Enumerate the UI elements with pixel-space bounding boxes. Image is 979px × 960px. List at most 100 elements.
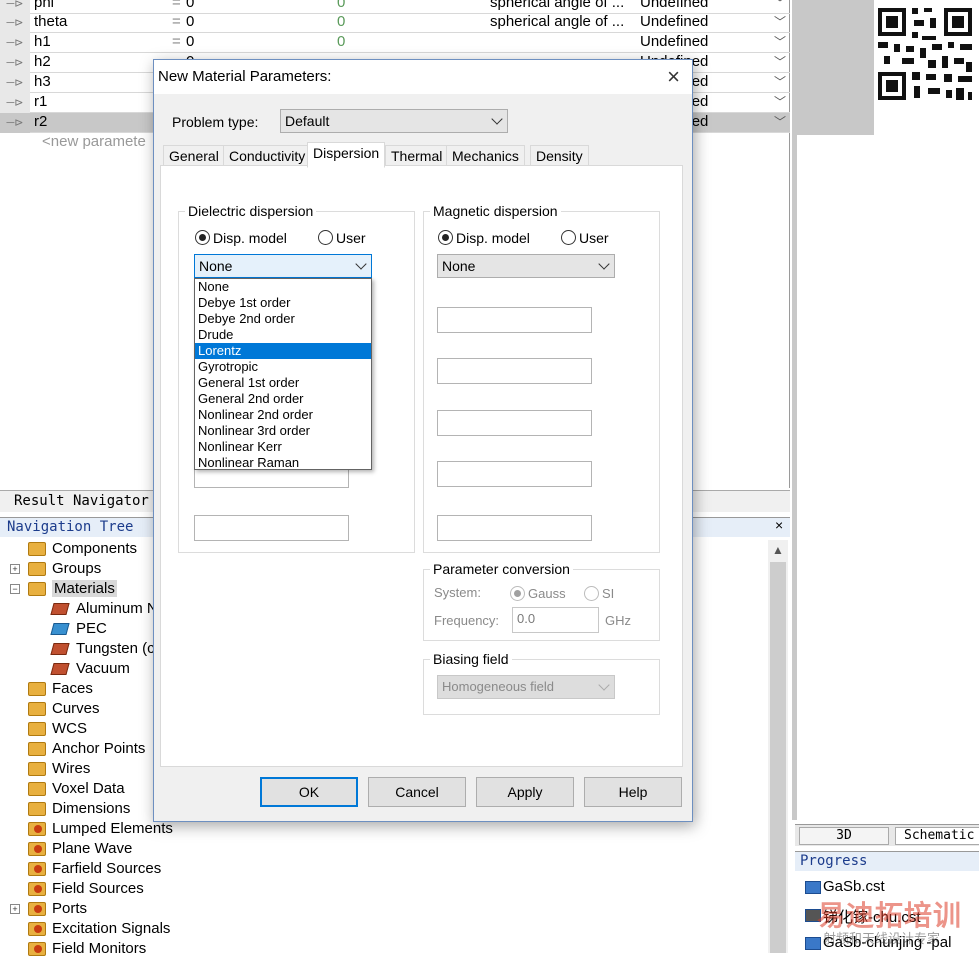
list-item[interactable]: GaSb.cst <box>805 878 885 895</box>
chevron-down-icon[interactable]: ﹀ <box>774 113 786 130</box>
magnetic-model-select[interactable]: None <box>437 254 615 278</box>
pin-icon[interactable]: ─⊳ <box>0 33 30 53</box>
magnetic-user-radio[interactable] <box>561 230 576 245</box>
pin-icon[interactable]: ─⊳ <box>0 73 30 93</box>
param-value[interactable]: 0 <box>186 33 194 50</box>
tree-item-pec[interactable]: PEC <box>50 620 107 640</box>
dropdown-option[interactable]: Gyrotropic <box>195 359 371 375</box>
dropdown-option[interactable]: Nonlinear Kerr <box>195 439 371 455</box>
tree-item-materials[interactable]: Materials <box>28 580 117 600</box>
apply-button[interactable]: Apply <box>476 777 574 807</box>
problem-type-select[interactable]: Default <box>280 109 508 133</box>
tab-3d[interactable]: 3D <box>799 827 889 845</box>
dielectric-disp-model-radio[interactable] <box>195 230 210 245</box>
dropdown-option-highlighted[interactable]: Lorentz <box>195 343 371 359</box>
dropdown-option[interactable]: Nonlinear 2nd order <box>195 407 371 423</box>
tree-item-ports[interactable]: Ports <box>28 900 87 920</box>
tree-item-wcs[interactable]: WCS <box>28 720 87 740</box>
dropdown-option[interactable]: Debye 1st order <box>195 295 371 311</box>
ok-button[interactable]: OK <box>260 777 358 807</box>
magnetic-param-field[interactable] <box>437 410 592 436</box>
dropdown-option[interactable]: None <box>195 279 371 295</box>
chevron-down-icon[interactable]: ﹀ <box>774 33 786 50</box>
biasing-field-select[interactable]: Homogeneous field <box>437 675 615 699</box>
folder-icon <box>28 882 46 897</box>
progress-title: Progress <box>795 851 979 871</box>
tree-item-wires[interactable]: Wires <box>28 760 90 780</box>
si-radio[interactable] <box>584 586 599 601</box>
folder-icon <box>28 822 46 837</box>
gauss-radio[interactable] <box>510 586 525 601</box>
chevron-down-icon[interactable]: ﹀ <box>774 53 786 70</box>
new-parameter-row[interactable]: <new paramete <box>42 133 146 150</box>
pin-icon[interactable]: ─⊳ <box>0 93 30 113</box>
frequency-label: Frequency: <box>434 613 500 628</box>
dropdown-option[interactable]: Nonlinear 3rd order <box>195 423 371 439</box>
dropdown-option[interactable]: Drude <box>195 327 371 343</box>
magnetic-param-field[interactable] <box>437 461 592 487</box>
close-icon[interactable]: × <box>775 517 783 533</box>
tree-item-components[interactable]: Components <box>28 540 137 560</box>
chevron-down-icon[interactable]: ﹀ <box>774 0 786 11</box>
frequency-input[interactable]: 0.0 <box>512 607 599 633</box>
folder-icon <box>28 902 46 917</box>
param-value[interactable]: 0 <box>186 13 194 30</box>
dropdown-option[interactable]: General 2nd order <box>195 391 371 407</box>
tree-scrollbar[interactable]: ▲ <box>768 540 788 953</box>
tab-thermal[interactable]: Thermal <box>385 145 449 167</box>
tab-general[interactable]: General <box>163 145 225 167</box>
pin-icon[interactable]: ─⊳ <box>0 113 30 133</box>
tab-schematic[interactable]: Schematic <box>895 827 979 845</box>
tree-item-anchor-points[interactable]: Anchor Points <box>28 740 145 760</box>
tree-item-groups[interactable]: Groups <box>28 560 101 580</box>
param-row[interactable]: ─⊳ phi = 0 0 spherical angle of ... Unde… <box>0 0 790 14</box>
pin-icon[interactable]: ─⊳ <box>0 13 30 33</box>
material-icon <box>50 663 70 676</box>
expand-icon[interactable]: + <box>10 564 20 574</box>
dropdown-option[interactable]: General 1st order <box>195 375 371 391</box>
dropdown-option[interactable]: Debye 2nd order <box>195 311 371 327</box>
tree-item-excitation-signals[interactable]: Excitation Signals <box>28 920 170 940</box>
help-button[interactable]: Help <box>584 777 682 807</box>
tree-item-curves[interactable]: Curves <box>28 700 100 720</box>
magnetic-param-field[interactable] <box>437 307 592 333</box>
pin-icon[interactable]: ─⊳ <box>0 53 30 73</box>
close-icon[interactable]: × <box>667 64 680 90</box>
dielectric-model-select[interactable]: None <box>194 254 372 278</box>
collapse-icon[interactable]: − <box>10 584 20 594</box>
magnetic-param-field[interactable] <box>437 515 592 541</box>
chevron-down-icon[interactable]: ﹀ <box>774 93 786 110</box>
tree-item-lumped-elements[interactable]: Lumped Elements <box>28 820 173 840</box>
expand-icon[interactable]: + <box>10 904 20 914</box>
dialog-titlebar[interactable]: New Material Parameters: × <box>154 60 692 94</box>
param-row[interactable]: ─⊳ theta = 0 0 spherical angle of ... Un… <box>0 13 790 33</box>
tree-item-voxel-data[interactable]: Voxel Data <box>28 780 125 800</box>
tab-mechanics[interactable]: Mechanics <box>446 145 525 167</box>
magnetic-dispersion-group: Magnetic dispersion Disp. model User Non… <box>423 203 660 553</box>
dielectric-user-radio[interactable] <box>318 230 333 245</box>
param-value[interactable]: 0 <box>186 0 194 11</box>
tree-item-field-monitors[interactable]: Field Monitors <box>28 940 146 960</box>
tab-density[interactable]: Density <box>530 145 589 167</box>
magnetic-param-field[interactable] <box>437 358 592 384</box>
tab-dispersion[interactable]: Dispersion <box>307 142 386 168</box>
chevron-down-icon[interactable]: ﹀ <box>774 13 786 30</box>
tree-item-plane-wave[interactable]: Plane Wave <box>28 840 132 860</box>
tree-item-aluminum[interactable]: Aluminum N <box>50 600 158 620</box>
param-row[interactable]: ─⊳ h1 = 0 0 Undefined ﹀ <box>0 33 790 53</box>
tree-item-field-sources[interactable]: Field Sources <box>28 880 144 900</box>
tree-item-farfield-sources[interactable]: Farfield Sources <box>28 860 161 880</box>
pin-icon[interactable]: ─⊳ <box>0 0 30 14</box>
scroll-thumb[interactable] <box>770 562 786 953</box>
dielectric-param-field[interactable] <box>194 515 349 541</box>
tree-item-vacuum[interactable]: Vacuum <box>50 660 130 680</box>
magnetic-disp-model-radio[interactable] <box>438 230 453 245</box>
tree-item-dimensions[interactable]: Dimensions <box>28 800 130 820</box>
cancel-button[interactable]: Cancel <box>368 777 466 807</box>
tab-conductivity[interactable]: Conductivity <box>223 145 312 167</box>
tree-item-faces[interactable]: Faces <box>28 680 93 700</box>
scroll-up-icon[interactable]: ▲ <box>768 540 788 560</box>
dropdown-option[interactable]: Nonlinear Raman <box>195 455 371 471</box>
tree-item-tungsten[interactable]: Tungsten (c <box>50 640 155 660</box>
chevron-down-icon[interactable]: ﹀ <box>774 73 786 90</box>
